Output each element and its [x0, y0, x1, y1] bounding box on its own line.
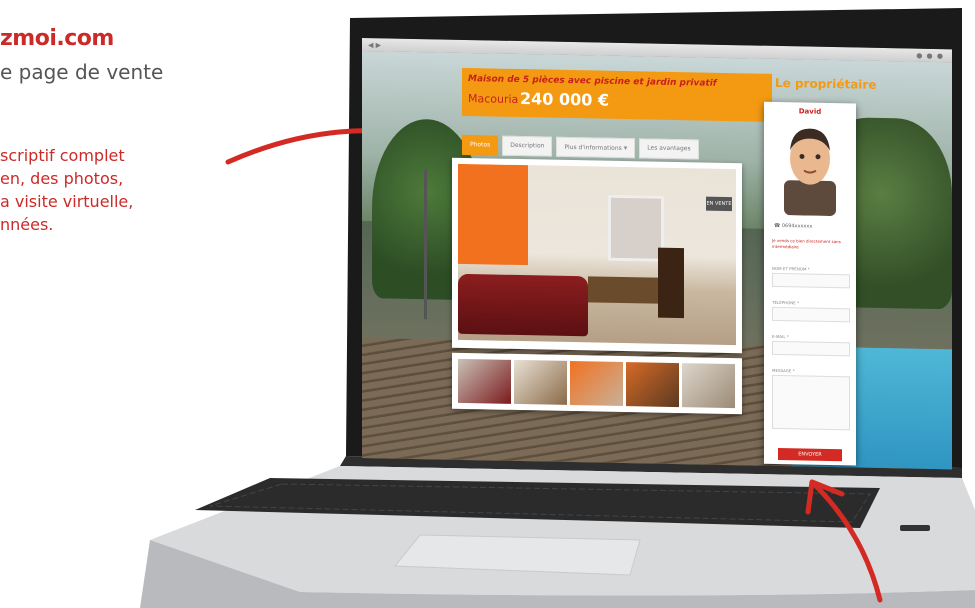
listing-title-banner: Maison de 5 pièces avec piscine et jardi…: [462, 67, 772, 122]
tab-photos[interactable]: Photos: [462, 134, 499, 156]
owner-phone: ☎ 0694xxxxxx: [774, 222, 813, 230]
background-pole: [424, 169, 427, 320]
listing-title: Maison de 5 pièces avec piscine et jardi…: [468, 74, 717, 89]
tab-advantages[interactable]: Les avantages: [639, 138, 699, 160]
listing-price: 240 000 €: [520, 89, 610, 110]
tab-description[interactable]: Description: [502, 135, 553, 157]
message-field[interactable]: [772, 374, 850, 431]
owner-note: Je vends ce bien directement sans interm…: [772, 237, 841, 250]
photo-window: [608, 194, 664, 262]
photo-cabinet: [658, 247, 684, 319]
tab-more-info[interactable]: Plus d'informations ▾: [556, 136, 636, 159]
listing-city: Macouria: [468, 92, 519, 107]
browser-nav-icon[interactable]: ◀ ▶: [368, 41, 381, 49]
thumbnail-photo[interactable]: [682, 363, 735, 409]
owner-name: David: [798, 107, 822, 116]
photo-status-badge: EN VENTE: [706, 196, 732, 212]
field-label-phone: TÉLÉPHONE *: [772, 299, 800, 306]
field-label-email: E-MAIL *: [772, 333, 789, 340]
owner-contact-panel: David ☎ 0694xxxxxx Je vends ce bien dire…: [764, 101, 856, 466]
email-field[interactable]: [772, 340, 850, 357]
photo-sofa: [458, 273, 588, 337]
chevron-down-icon: ▾: [623, 144, 628, 153]
photo-table: [588, 276, 658, 304]
browser-window-controls-icon[interactable]: ● ● ●: [916, 52, 944, 61]
field-label-message: MESSAGE *: [772, 367, 795, 374]
name-field[interactable]: [772, 272, 850, 289]
owner-subheading: Contactez-moi: [775, 92, 819, 101]
thumbnail-list: [458, 358, 735, 409]
thumbnail-strip: [452, 352, 742, 415]
thumbnail-photo[interactable]: [458, 358, 511, 404]
website-screen: ◀ ▶ ● ● ● Maison de 5 pièces avec piscin…: [362, 38, 952, 470]
photo-orange-wall: [458, 163, 528, 266]
side-ports: [900, 525, 930, 531]
thumbnail-photo[interactable]: [570, 360, 623, 407]
avatar: [784, 128, 836, 216]
listing-tabs: Photos Description Plus d'informations ▾ …: [462, 134, 699, 160]
main-photo[interactable]: EN VENTE: [458, 163, 736, 346]
owner-heading: Le propriétaire: [775, 75, 877, 92]
tab-more-info-label: Plus d'informations: [564, 143, 622, 152]
owner-contact-label: 0694xxxxxx: [781, 223, 813, 230]
thumbnail-photo[interactable]: [514, 359, 567, 405]
thumbnail-photo[interactable]: [626, 362, 679, 408]
field-label-name: NOM ET PRÉNOM *: [772, 265, 810, 272]
main-photo-card: EN VENTE: [452, 157, 742, 354]
phone-field[interactable]: [772, 306, 850, 323]
send-button[interactable]: ENVOYER: [778, 447, 842, 462]
